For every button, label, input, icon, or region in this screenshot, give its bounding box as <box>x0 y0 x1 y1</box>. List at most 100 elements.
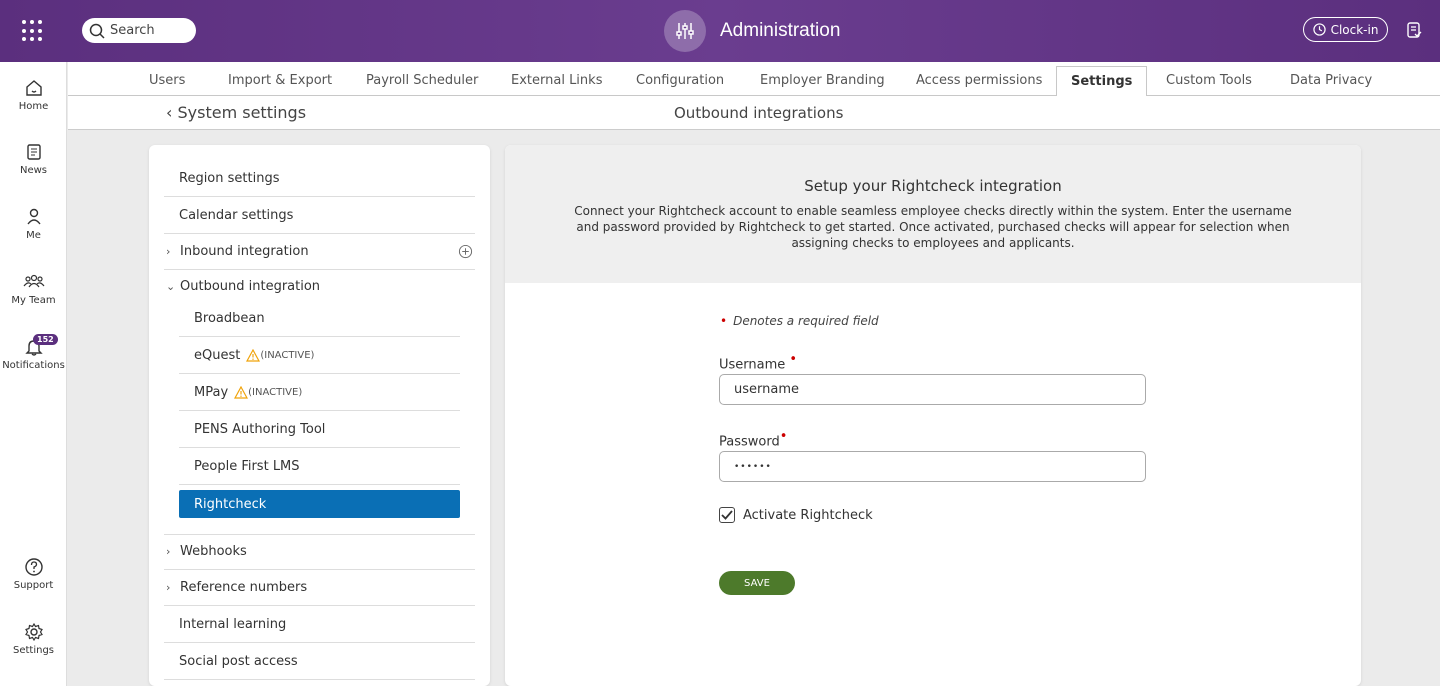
settings-list-panel: Region settings Calendar settings › Inbo… <box>149 145 490 686</box>
inactive-status: (INACTIVE) <box>234 385 303 399</box>
settings-item-calendar[interactable]: Calendar settings <box>164 197 475 234</box>
integration-label: Broadbean <box>194 310 265 326</box>
nav-home[interactable]: Home <box>0 78 67 112</box>
integration-label: PENS Authoring Tool <box>194 421 326 437</box>
settings-item-label: Reference numbers <box>180 580 308 595</box>
username-label: Username • <box>719 352 797 372</box>
settings-item-label: Calendar settings <box>179 207 294 223</box>
chevron-right-icon: › <box>166 581 171 594</box>
required-note-text: Denotes a required field <box>733 314 879 328</box>
settings-item-outbound[interactable]: ⌄ Outbound integration <box>164 270 475 302</box>
settings-item-internal-learning[interactable]: Internal learning <box>164 606 475 643</box>
tab-external-links[interactable]: External Links <box>511 62 602 96</box>
settings-item-inbound[interactable]: › Inbound integration <box>164 234 475 270</box>
settings-item-social-post-access[interactable]: Social post access <box>164 643 475 680</box>
integration-equest[interactable]: eQuest (INACTIVE) <box>179 337 460 374</box>
clock-in-label: Clock-in <box>1330 22 1379 37</box>
page-title: Outbound integrations <box>674 104 844 122</box>
integration-label: People First LMS <box>194 458 300 474</box>
integration-rightcheck[interactable]: Rightcheck <box>179 490 460 518</box>
nav-news[interactable]: News <box>0 142 67 176</box>
tab-custom-tools[interactable]: Custom Tools <box>1166 62 1252 96</box>
integration-label: eQuest <box>194 347 241 363</box>
add-circle-icon[interactable] <box>458 244 473 259</box>
clock-in-button[interactable]: Clock-in <box>1303 17 1388 42</box>
inactive-status: (INACTIVE) <box>246 348 315 362</box>
nav-support-label: Support <box>13 580 54 591</box>
integration-pens[interactable]: PENS Authoring Tool <box>179 411 460 448</box>
back-label: System settings <box>177 103 307 122</box>
nav-me-label: Me <box>26 230 41 241</box>
apps-grid-icon[interactable] <box>22 20 44 42</box>
left-navigation: Home News Me My Team 152 Notifications S… <box>0 62 67 686</box>
chevron-right-icon: › <box>166 545 171 558</box>
chevron-left-icon: ‹ <box>166 103 178 122</box>
required-marker: • <box>789 352 798 367</box>
nav-my-team-label: My Team <box>11 295 56 306</box>
settings-item-label: Outbound integration <box>180 278 321 294</box>
nav-me[interactable]: Me <box>0 207 67 241</box>
team-icon <box>23 274 44 288</box>
required-note: • Denotes a required field <box>720 314 879 328</box>
news-icon <box>26 144 41 160</box>
tab-access-permissions[interactable]: Access permissions <box>916 62 1042 96</box>
inactive-label: (INACTIVE) <box>248 386 303 398</box>
integration-mpay[interactable]: MPay (INACTIVE) <box>179 374 460 411</box>
integration-label: MPay <box>194 384 229 400</box>
admin-tabs: Users Import & Export Payroll Scheduler … <box>68 62 1440 101</box>
notifications-badge: 152 <box>33 334 58 345</box>
nav-settings[interactable]: Settings <box>0 622 67 656</box>
username-field[interactable]: username <box>719 374 1146 405</box>
settings-item-region[interactable]: Region settings <box>164 160 475 197</box>
activate-checkbox[interactable] <box>719 507 735 523</box>
tab-users[interactable]: Users <box>149 62 185 96</box>
tab-employer-branding[interactable]: Employer Branding <box>760 62 885 96</box>
password-field[interactable]: •••••• <box>719 451 1146 482</box>
username-label-text: Username <box>719 357 786 373</box>
home-icon <box>25 80 42 96</box>
nav-home-label: Home <box>18 101 49 112</box>
warning-icon <box>246 348 261 362</box>
activate-label: Activate Rightcheck <box>743 507 873 523</box>
nav-support[interactable]: Support <box>0 557 67 591</box>
clock-icon <box>1312 23 1326 36</box>
nav-news-label: News <box>19 165 48 176</box>
form-header: Setup your Rightcheck integration Connec… <box>505 145 1361 283</box>
help-icon <box>24 558 43 576</box>
settings-item-reference-numbers[interactable]: › Reference numbers <box>164 570 475 606</box>
activate-checkbox-row[interactable]: Activate Rightcheck <box>719 507 873 523</box>
integration-label: Rightcheck <box>194 496 267 512</box>
tab-import-export[interactable]: Import & Export <box>228 62 332 96</box>
app-title-group: Administration <box>664 10 840 52</box>
back-link[interactable]: ‹ System settings <box>166 103 306 122</box>
tab-payroll-scheduler[interactable]: Payroll Scheduler <box>366 62 478 96</box>
nav-notifications-label: Notifications <box>2 360 65 371</box>
checkmark-icon <box>721 510 733 520</box>
person-icon <box>26 208 41 225</box>
settings-item-label: Webhooks <box>180 544 247 559</box>
settings-item-label: Region settings <box>179 170 280 186</box>
integration-broadbean[interactable]: Broadbean <box>179 300 460 337</box>
search-placeholder: Search <box>110 23 155 38</box>
top-bar: Search Administration Clock-in <box>0 0 1440 62</box>
required-marker: • <box>779 429 788 444</box>
password-label: Password• <box>719 429 787 449</box>
nav-notifications[interactable]: 152 Notifications <box>0 334 67 371</box>
settings-item-label: Social post access <box>179 653 298 669</box>
required-dot-icon: • <box>720 314 728 328</box>
search-input[interactable]: Search <box>82 18 196 43</box>
settings-item-webhooks[interactable]: › Webhooks <box>164 534 475 570</box>
gear-icon <box>24 622 43 642</box>
save-button[interactable]: SAVE <box>719 571 795 595</box>
form-heading: Setup your Rightcheck integration <box>804 177 1062 195</box>
settings-item-label: Internal learning <box>179 616 287 632</box>
tasks-icon[interactable] <box>1406 21 1422 39</box>
tab-configuration[interactable]: Configuration <box>636 62 724 96</box>
nav-my-team[interactable]: My Team <box>0 272 67 306</box>
settings-item-label: Inbound integration <box>180 244 309 259</box>
warning-icon <box>234 385 249 399</box>
tab-data-privacy[interactable]: Data Privacy <box>1290 62 1372 96</box>
integration-people-first[interactable]: People First LMS <box>179 448 460 485</box>
inactive-label: (INACTIVE) <box>260 349 315 361</box>
sliders-icon <box>664 10 706 52</box>
